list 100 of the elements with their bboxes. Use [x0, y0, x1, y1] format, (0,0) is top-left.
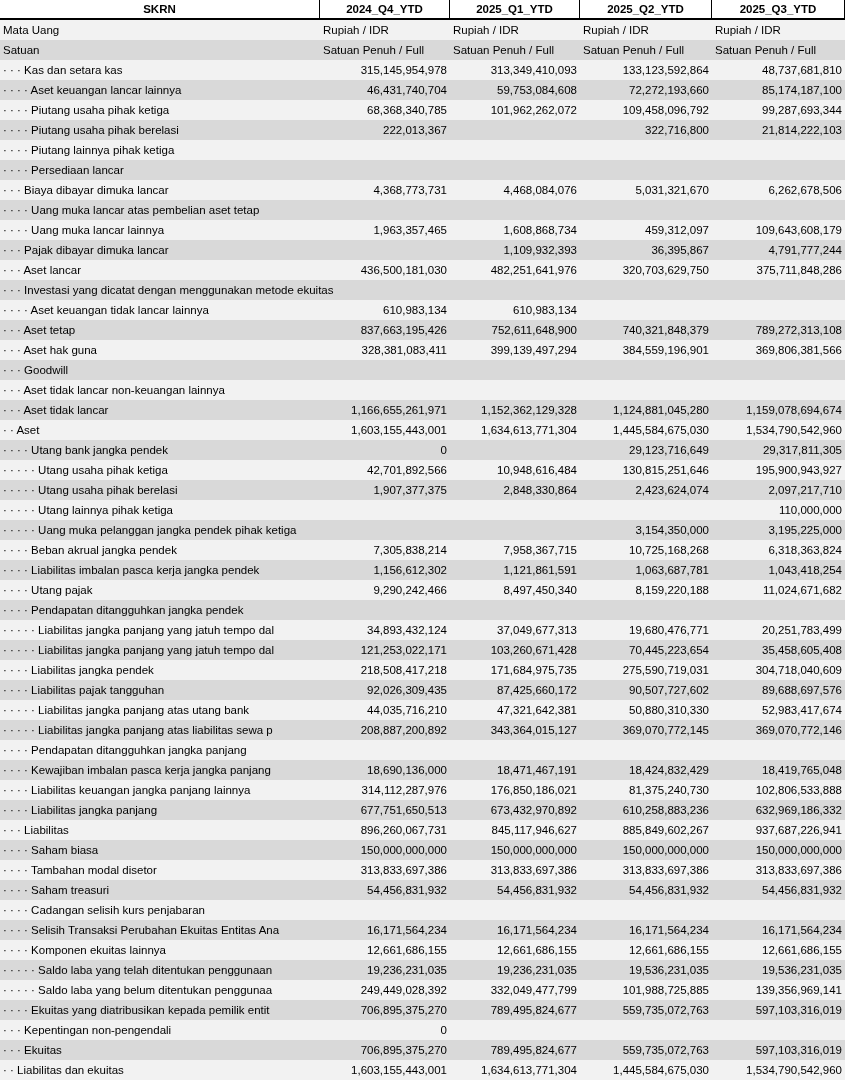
number-cell-text: 52,983,417,674 [761, 704, 843, 716]
number-cell-text: 2,423,624,074 [634, 484, 710, 496]
number-cell-text: 20,251,783,499 [761, 624, 843, 636]
number-cell-text: 752,611,648,900 [490, 324, 578, 336]
number-cell-text: 109,643,608,179 [754, 224, 843, 236]
unit-cell-text: Satuan Penuh / Full [714, 44, 817, 56]
row-label: · · · · Liabilitas jangka pendek [2, 664, 155, 676]
row-label: · · · Biaya dibayar dimuka lancar [2, 184, 170, 196]
number-cell-text: 150,000,000,000 [359, 844, 448, 856]
number-cell-text: 6,262,678,506 [767, 184, 843, 196]
number-cell-text: 4,791,777,244 [767, 244, 843, 256]
number-cell-text: 610,258,883,236 [621, 804, 710, 816]
row-label: · · · · · Saldo laba yang telah ditentukan penggunaan [2, 964, 274, 976]
row-label: · · · · Pendapatan ditangguhkan jangka pendek [2, 604, 245, 616]
number-cell-text: 0 [439, 444, 448, 456]
number-cell-text: 19,680,476,771 [628, 624, 710, 636]
unit-cell-text: Rupiah / IDR [714, 24, 782, 36]
row-label: · · · Ekuitas [2, 1044, 63, 1056]
number-cell-text: 54,456,831,932 [366, 884, 448, 896]
number-cell-text: 937,687,226,941 [754, 824, 843, 836]
number-cell-text: 896,260,067,731 [359, 824, 448, 836]
row-label: · · · · Beban akrual jangka pendek [2, 544, 178, 556]
number-cell-text: 70,445,223,654 [628, 644, 710, 656]
number-cell-text: 885,849,602,267 [621, 824, 710, 836]
number-cell-text: 36,395,867 [650, 244, 710, 256]
number-cell-text: 789,495,824,677 [489, 1044, 578, 1056]
number-cell-text: 16,171,564,234 [496, 924, 578, 936]
row-label: · · · · Saham treasuri [2, 884, 111, 896]
number-cell-text: 29,317,811,305 [761, 444, 843, 456]
column-header: 2025_Q1_YTD [450, 0, 580, 18]
number-cell-text: 19,236,231,035 [366, 964, 448, 976]
number-cell-text: 19,236,231,035 [496, 964, 578, 976]
row-label: · · · · Liabilitas jangka panjang [2, 804, 159, 816]
number-cell-text: 559,735,072,763 [621, 1004, 710, 1016]
number-cell-text: 18,424,832,429 [628, 764, 710, 776]
row-label: · · · · · Uang muka pelanggan jangka pendek pihak ketiga [2, 524, 298, 536]
number-cell-text: 399,139,497,294 [489, 344, 578, 356]
number-cell-text: 103,260,671,428 [489, 644, 578, 656]
number-cell-text: 81,375,240,730 [628, 784, 710, 796]
number-cell-text: 171,684,975,735 [489, 664, 578, 676]
number-cell-text: 1,608,868,734 [502, 224, 578, 236]
number-cell-text: 789,272,313,108 [754, 324, 843, 336]
number-cell-text: 150,000,000,000 [754, 844, 843, 856]
number-cell-text: 597,103,316,019 [754, 1044, 843, 1056]
number-cell-text: 12,661,686,155 [628, 944, 710, 956]
number-cell-text: 72,272,193,660 [628, 84, 710, 96]
number-cell-text: 139,356,969,141 [754, 984, 843, 996]
number-cell-text: 1,634,613,771,304 [480, 1064, 578, 1076]
row-label: · · · Aset hak guna [2, 344, 98, 356]
row-label: · · · · Ekuitas yang diatribusikan kepada pemilik entit [2, 1004, 271, 1016]
number-cell-text: 313,833,697,386 [754, 864, 843, 876]
row-label: · · · Liabilitas [2, 824, 70, 836]
column-header: SKRN [0, 0, 320, 18]
number-cell-text: 1,907,377,375 [372, 484, 448, 496]
row-label: · · · · · Utang usaha pihak berelasi [2, 484, 179, 496]
number-cell-text: 16,171,564,234 [628, 924, 710, 936]
number-cell-text: 68,368,340,785 [366, 104, 448, 116]
number-cell-text: 5,031,321,670 [634, 184, 710, 196]
number-cell-text: 249,449,028,392 [359, 984, 448, 996]
number-cell-text: 46,431,740,704 [366, 84, 448, 96]
number-cell-text: 102,806,533,888 [754, 784, 843, 796]
row-label: · · · · · Liabilitas jangka panjang yang jatuh tempo dal [2, 644, 276, 656]
row-label: · · · · · Liabilitas jangka panjang atas utang bank [2, 704, 251, 716]
number-cell-text: 845,117,946,627 [490, 824, 578, 836]
row-label: · · · Aset tidak lancar [2, 404, 110, 416]
number-cell-text: 369,070,772,146 [754, 724, 843, 736]
number-cell-text: 313,833,697,386 [359, 864, 448, 876]
number-cell-text: 85,174,187,100 [761, 84, 843, 96]
number-cell-text: 1,043,418,254 [767, 564, 843, 576]
row-label: · · · · Piutang lainnya pihak ketiga [2, 144, 176, 156]
number-cell-text: 150,000,000,000 [621, 844, 710, 856]
number-cell-text: 384,559,196,901 [621, 344, 710, 356]
number-cell-text: 16,171,564,234 [761, 924, 843, 936]
number-cell-text: 2,097,217,710 [767, 484, 843, 496]
row-label: · · · · Aset keuangan lancar lainnya [2, 84, 183, 96]
row-label: · · · · · Liabilitas jangka panjang atas liabilitas sewa p [2, 724, 274, 736]
number-cell-text: 90,507,727,602 [628, 684, 710, 696]
number-cell-text: 130,815,251,646 [621, 464, 710, 476]
number-cell-text: 12,661,686,155 [496, 944, 578, 956]
number-cell-text: 21,814,222,103 [761, 124, 843, 136]
unit-cell-text: Satuan Penuh / Full [582, 44, 685, 56]
number-cell-text: 10,948,616,484 [496, 464, 578, 476]
row-label: · · · · Tambahan modal disetor [2, 864, 158, 876]
unit-cell-text: Rupiah / IDR [322, 24, 390, 36]
row-label: · · · · Piutang usaha pihak berelasi [2, 124, 180, 136]
number-cell-text: 4,368,773,731 [372, 184, 448, 196]
number-cell-text: 610,983,134 [512, 304, 578, 316]
number-cell-text: 7,958,367,715 [502, 544, 578, 556]
row-label: · · · · Cadangan selisih kurs penjabaran [2, 904, 206, 916]
number-cell-text: 559,735,072,763 [621, 1044, 710, 1056]
number-cell-text: 18,419,765,048 [761, 764, 843, 776]
number-cell-text: 89,688,697,576 [761, 684, 843, 696]
number-cell-text: 6,318,363,824 [767, 544, 843, 556]
row-label: · · · · Liabilitas keuangan jangka panjang lainnya [2, 784, 252, 796]
number-cell-text: 44,035,716,210 [366, 704, 448, 716]
number-cell-text: 706,895,375,270 [359, 1044, 448, 1056]
row-label: · · · · Uang muka lancar atas pembelian aset tetap [2, 204, 261, 216]
number-cell-text: 54,456,831,932 [761, 884, 843, 896]
number-cell-text: 7,305,838,214 [372, 544, 448, 556]
row-label: Satuan [2, 44, 41, 56]
